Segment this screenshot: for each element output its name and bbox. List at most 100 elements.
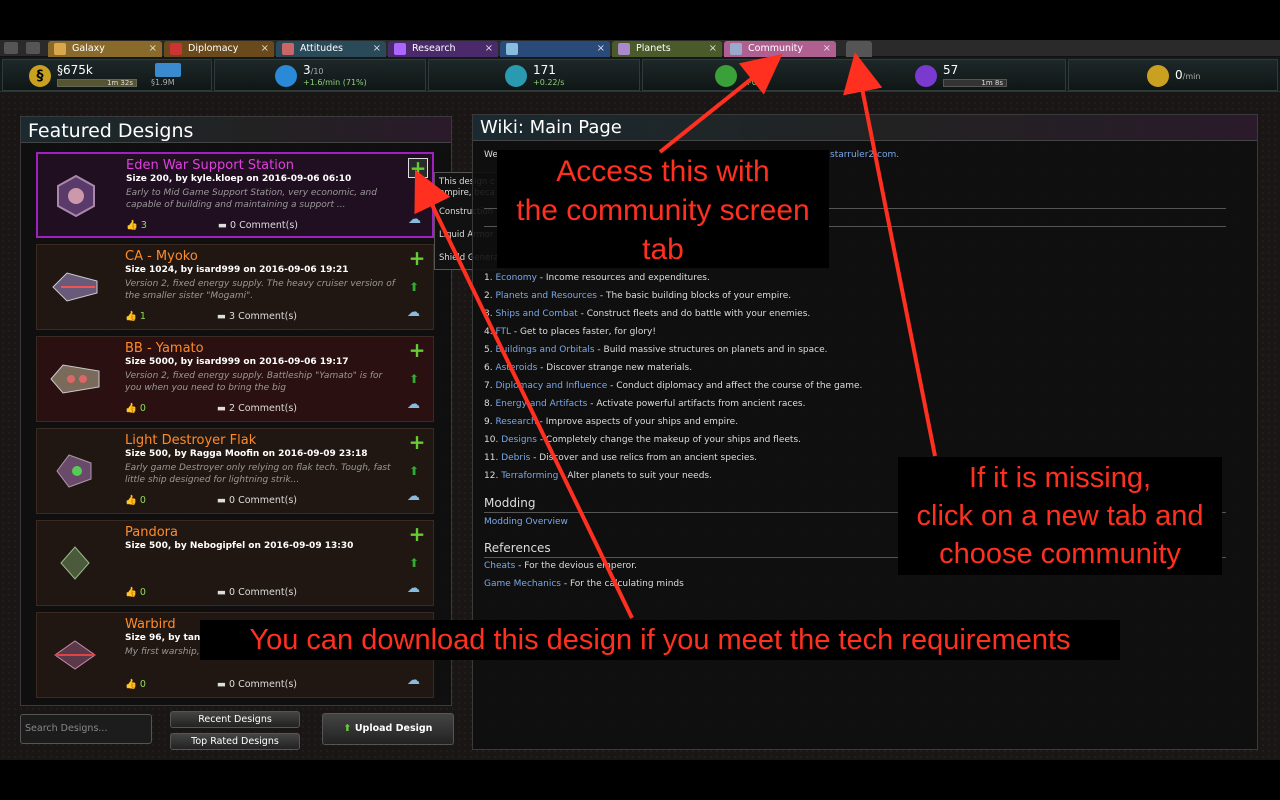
download-plus-button[interactable]: +: [407, 524, 427, 545]
tab-attitudes[interactable]: Attitudes ×: [276, 41, 386, 57]
design-name[interactable]: Warbird: [125, 617, 176, 632]
likes[interactable]: 👍 0: [125, 679, 146, 690]
topic-link[interactable]: FTL: [495, 327, 511, 337]
topic-description: - Improve aspects of your ships and empi…: [536, 417, 739, 427]
upload-design-button[interactable]: ⬆ Upload Design: [322, 713, 454, 745]
search-designs-input[interactable]: Search Designs...: [20, 714, 152, 744]
topic-link[interactable]: Designs: [501, 435, 537, 445]
download-plus-button[interactable]: +: [407, 248, 427, 269]
topic-link[interactable]: Buildings and Orbitals: [495, 345, 594, 355]
wiki-topic-item[interactable]: 5. Buildings and Orbitals - Build massiv…: [484, 345, 828, 355]
comments[interactable]: ▬ 0 Comment(s): [217, 495, 297, 506]
top-rated-designs-button[interactable]: Top Rated Designs: [170, 733, 300, 750]
modding-overview-link[interactable]: Modding Overview: [484, 517, 568, 527]
topic-link[interactable]: Diplomacy and Influence: [495, 381, 607, 391]
wiki-topic-item[interactable]: 3. Ships and Combat - Construct fleets a…: [484, 309, 810, 319]
influence-resource[interactable]: 3/10 +1.6/min (71%): [214, 59, 426, 91]
go-icon[interactable]: [26, 42, 40, 54]
comment-icon: ▬: [217, 587, 226, 598]
cloud-icon[interactable]: ☁: [408, 212, 421, 227]
wiki-topic-item[interactable]: 2. Planets and Resources - The basic bui…: [484, 291, 791, 301]
annotation-download: You can download this design if you meet…: [200, 620, 1120, 660]
comments[interactable]: ▬ 0 Comment(s): [218, 220, 298, 231]
design-meta: Size 200, by kyle.kloep on 2016-09-06 06…: [126, 174, 352, 184]
wiki-topic-item[interactable]: 12. Terraforming - Alter planets to suit…: [484, 471, 712, 481]
upvote-icon[interactable]: ⬆: [409, 372, 419, 386]
design-card[interactable]: BB - Yamato Size 5000, by isard999 on 20…: [36, 336, 434, 422]
comments[interactable]: ▬ 2 Comment(s): [217, 403, 297, 414]
comments[interactable]: ▬ 3 Comment(s): [217, 311, 297, 322]
cloud-icon[interactable]: ☁: [407, 673, 420, 688]
comments[interactable]: ▬ 0 Comment(s): [217, 679, 297, 690]
design-name[interactable]: BB - Yamato: [125, 341, 204, 356]
topic-link[interactable]: Terraforming: [501, 471, 558, 481]
reference-item[interactable]: Game Mechanics - For the calculating min…: [484, 579, 684, 589]
download-plus-button[interactable]: +: [407, 340, 427, 361]
topic-link[interactable]: Research: [495, 417, 536, 427]
energy-resource[interactable]: 171 +0.22/s: [428, 59, 640, 91]
topic-link[interactable]: Asteroids: [495, 363, 537, 373]
upvote-icon[interactable]: ⬆: [409, 464, 419, 478]
cloud-icon[interactable]: ☁: [407, 305, 420, 320]
research-resource[interactable]: 57 1m 8s: [856, 59, 1066, 91]
design-card[interactable]: CA - Myoko Size 1024, by isard999 on 201…: [36, 244, 434, 330]
defense-resource[interactable]: 0/min: [1068, 59, 1278, 91]
likes[interactable]: 👍 0: [125, 403, 146, 414]
design-card[interactable]: Pandora Size 500, by Nebogipfel on 2016-…: [36, 520, 434, 606]
cloud-icon[interactable]: ☁: [407, 397, 420, 412]
tab-designs[interactable]: ×: [500, 41, 610, 57]
tab-diplomacy[interactable]: Diplomacy ×: [164, 41, 274, 57]
tab-planets[interactable]: Planets ×: [612, 41, 722, 57]
upvote-icon[interactable]: ⬆: [409, 556, 419, 570]
wiki-topic-item[interactable]: 1. Economy - Income resources and expend…: [484, 273, 710, 283]
wiki-topic-item[interactable]: 8. Energy and Artifacts - Activate power…: [484, 399, 805, 409]
design-name[interactable]: Light Destroyer Flak: [125, 433, 256, 448]
close-icon[interactable]: ×: [823, 41, 831, 57]
wiki-topic-item[interactable]: 6. Asteroids - Discover strange new mate…: [484, 363, 692, 373]
recent-designs-button[interactable]: Recent Designs: [170, 711, 300, 728]
likes[interactable]: 👍 1: [125, 311, 146, 322]
design-name[interactable]: Pandora: [125, 525, 178, 540]
topic-link[interactable]: Ships and Combat: [495, 309, 577, 319]
upvote-icon[interactable]: ⬆: [409, 280, 419, 294]
topic-link[interactable]: Debris: [501, 453, 530, 463]
close-icon[interactable]: ×: [261, 41, 269, 57]
designs-icon: [506, 43, 518, 55]
close-icon[interactable]: ×: [709, 41, 717, 57]
close-icon[interactable]: ×: [597, 41, 605, 57]
wiki-topic-item[interactable]: 7. Diplomacy and Influence - Conduct dip…: [484, 381, 862, 391]
wiki-intro-link[interactable]: starruler2.com.: [830, 150, 899, 160]
wiki-topic-item[interactable]: 11. Debris - Discover and use relics fro…: [484, 453, 757, 463]
likes[interactable]: 👍 0: [125, 587, 146, 598]
close-icon[interactable]: ×: [485, 41, 493, 57]
comments[interactable]: ▬ 0 Comment(s): [217, 587, 297, 598]
close-icon[interactable]: ×: [373, 41, 381, 57]
download-plus-button[interactable]: +: [408, 158, 428, 178]
design-card[interactable]: Eden War Support Station Size 200, by ky…: [36, 152, 434, 238]
topic-link[interactable]: Energy and Artifacts: [495, 399, 587, 409]
reference-item[interactable]: Cheats - For the devious emperor.: [484, 561, 637, 571]
design-name[interactable]: Eden War Support Station: [126, 158, 294, 173]
download-plus-button[interactable]: +: [407, 432, 427, 453]
design-name[interactable]: CA - Myoko: [125, 249, 198, 264]
home-icon[interactable]: [4, 42, 18, 54]
money-resource[interactable]: § §675k 1m 32s §1.9M: [2, 59, 212, 91]
ftl-resource[interactable]: 6430 +0/s: [642, 59, 854, 91]
wiki-topic-item[interactable]: 10. Designs - Completely change the make…: [484, 435, 801, 445]
design-card[interactable]: Light Destroyer Flak Size 500, by Ragga …: [36, 428, 434, 514]
tab-galaxy[interactable]: Galaxy ×: [48, 41, 162, 57]
likes[interactable]: 👍 0: [125, 495, 146, 506]
topic-link[interactable]: Planets and Resources: [495, 291, 597, 301]
tab-research[interactable]: Research ×: [388, 41, 498, 57]
likes[interactable]: 👍 3: [126, 220, 147, 231]
wiki-topic-item[interactable]: 4. FTL - Get to places faster, for glory…: [484, 327, 656, 337]
cloud-icon[interactable]: ☁: [407, 489, 420, 504]
cloud-icon[interactable]: ☁: [407, 581, 420, 596]
annotation-missing-tab: If it is missing, click on a new tab and…: [898, 457, 1222, 575]
wiki-topic-item[interactable]: 9. Research - Improve aspects of your sh…: [484, 417, 738, 427]
topic-link[interactable]: Economy: [495, 273, 536, 283]
tab-community[interactable]: Community ×: [724, 41, 836, 57]
close-icon[interactable]: ×: [149, 41, 157, 57]
new-tab-button[interactable]: [846, 41, 872, 57]
tab-label: Community: [748, 43, 803, 54]
